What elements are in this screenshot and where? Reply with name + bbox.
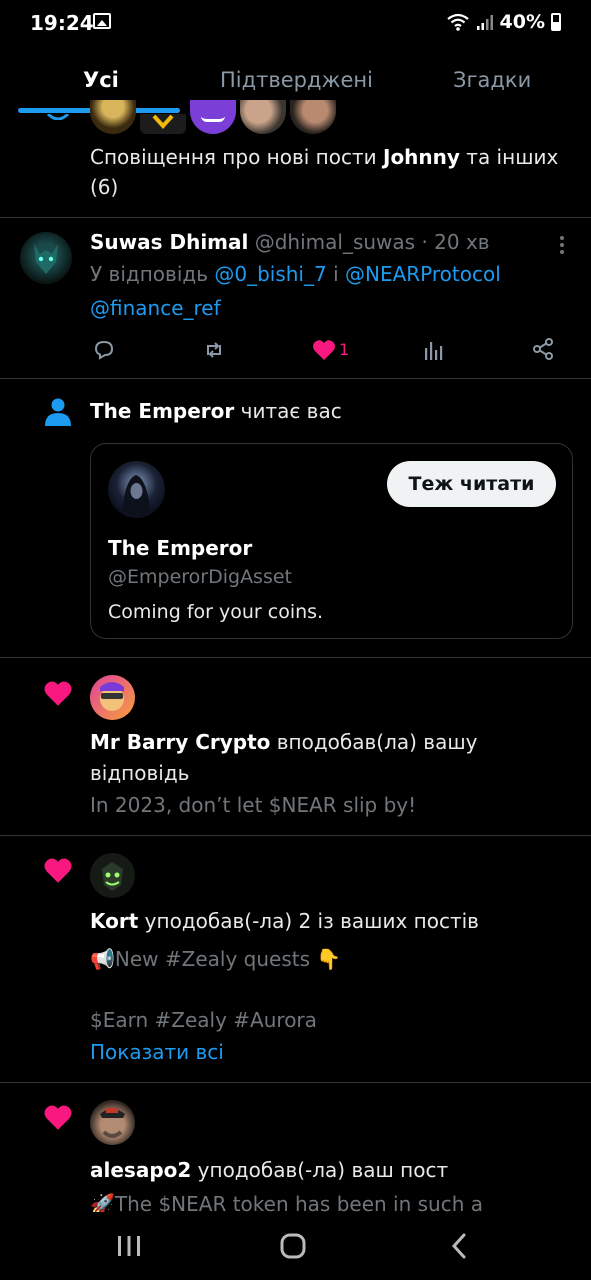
liked-post-snippet: $Earn #Zealy #Aurora [90,1008,317,1032]
mention-link[interactable]: @NEARProtocol [345,262,501,286]
recent-apps-icon[interactable] [116,1234,142,1258]
like-icon[interactable] [312,339,336,361]
heart-icon [44,1105,72,1130]
avatar [190,100,236,134]
group-notification-text: Сповіщення про нові пости Johnny та інши… [90,145,559,169]
liked-post-snippet: In 2023, don’t let $NEAR slip by! [90,793,417,817]
avatar [140,114,186,134]
gallery-notification-icon [93,13,111,29]
follow-notification-text: The Emperor читає вас [90,399,342,423]
avatar[interactable] [90,675,135,720]
mention-link[interactable]: @0_bishi_7 [214,262,326,286]
wifi-icon [446,13,469,31]
like-notification-text: Kort уподобав(-ла) 2 із ваших постів [90,909,479,933]
group-notification-count: (6) [90,175,119,199]
back-icon[interactable] [450,1232,468,1260]
battery-percent: 40% [499,11,545,33]
card-name: The Emperor [108,536,253,560]
divider [0,217,591,218]
battery-icon [551,13,561,31]
author-name[interactable]: Suwas Dhimal [90,230,248,254]
avatar[interactable] [90,853,135,898]
like-notification-text: Mr Barry Crypto вподобав(ла) вашу [90,730,478,754]
heart-icon [44,681,72,706]
heart-icon [44,858,72,883]
status-time: 19:24 [30,11,94,35]
system-navigation-bar [0,1212,591,1280]
card-bio: Coming for your coins. [108,601,324,623]
tab-all[interactable]: Усі [83,68,119,92]
divider [0,835,591,836]
card-handle: @EmperorDigAsset [108,566,292,588]
mention-link[interactable]: @finance_ref [90,296,221,320]
user-card[interactable]: Теж читати The Emperor @EmperorDigAsset … [90,443,573,639]
author-handle[interactable]: @dhimal_suwas [255,230,415,254]
avatar [90,100,136,134]
like-notification-text: alesapo2 уподобав(-ла) ваш пост [90,1158,449,1182]
tab-verified[interactable]: Підтверджені [220,68,373,92]
avatar [290,100,336,134]
more-options-icon[interactable] [558,234,566,256]
follow-back-button[interactable]: Теж читати [387,461,556,507]
like-count: 1 [339,340,350,359]
status-right: 40% [446,11,561,33]
like-notification-text-cont: відповідь [90,761,190,785]
reply-post-header: Suwas Dhimal @dhimal_suwas · 20 хв [90,230,490,254]
liked-post-snippet: 🚀The $NEAR token has been in such a [90,1192,484,1212]
tab-mentions[interactable]: Згадки [453,68,531,92]
views-icon[interactable] [422,338,444,362]
avatar[interactable] [108,461,165,518]
signal-icon [476,15,493,30]
share-icon[interactable] [531,337,555,361]
home-icon[interactable] [280,1233,306,1259]
divider [0,378,591,379]
reply-to-line: У відповідь @0_bishi_7 і @NEARProtocol [90,262,501,286]
show-all-link[interactable]: Показати всі [90,1040,224,1064]
divider [0,1082,591,1083]
avatar[interactable] [20,232,72,284]
divider [0,657,591,658]
reply-icon[interactable] [92,338,116,362]
liked-post-snippet: 📢New #Zealy quests 👇 [90,947,342,971]
post-time: · 20 хв [421,230,490,254]
person-icon [45,398,71,426]
status-bar: 19:24 40% [0,0,591,48]
repost-icon[interactable] [202,338,226,362]
bell-icon-partial [46,114,70,120]
avatar[interactable] [90,1100,135,1145]
avatar [240,100,286,134]
